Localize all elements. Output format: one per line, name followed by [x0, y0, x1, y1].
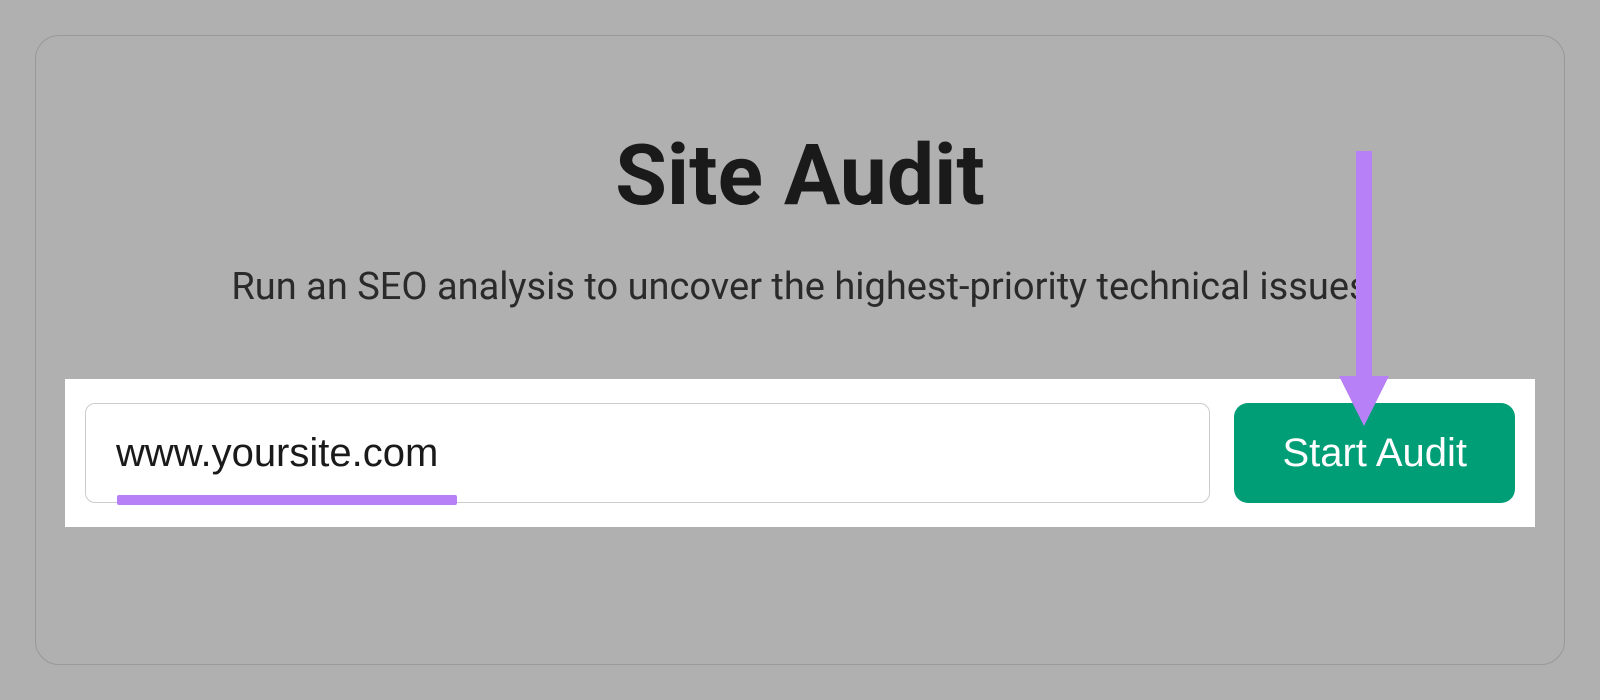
start-audit-button[interactable]: Start Audit [1234, 403, 1515, 503]
domain-input[interactable] [85, 403, 1210, 503]
site-audit-card: Site Audit Run an SEO analysis to uncove… [35, 35, 1565, 665]
audit-form-row: Start Audit [65, 379, 1535, 527]
page-title: Site Audit [615, 126, 985, 225]
underline-annotation [117, 495, 457, 505]
page-subtitle: Run an SEO analysis to uncover the highe… [231, 265, 1368, 309]
